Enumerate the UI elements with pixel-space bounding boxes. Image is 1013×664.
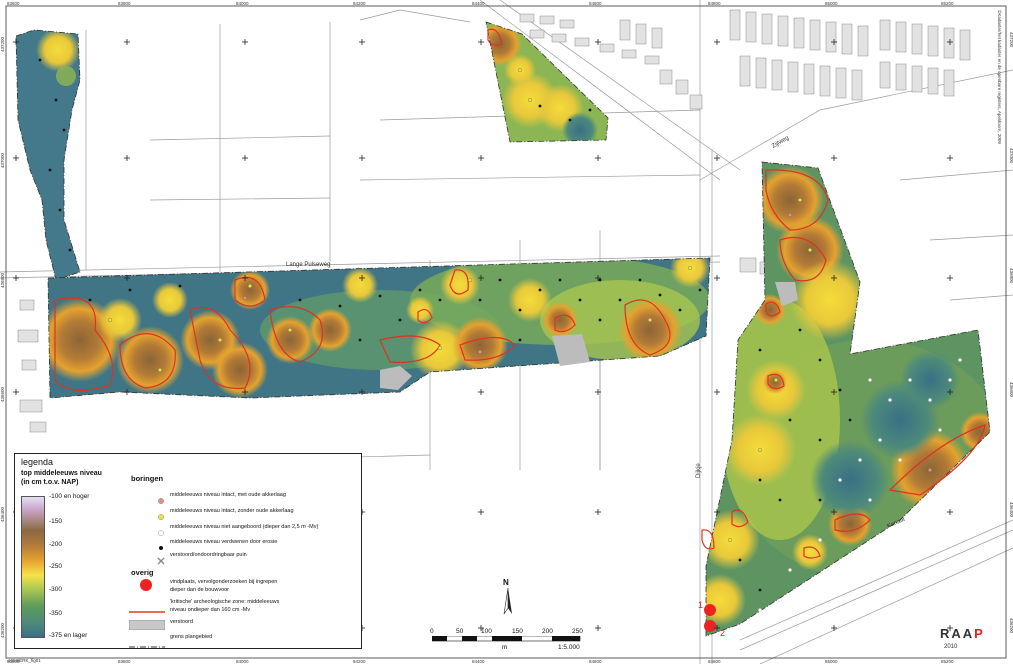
grid-label-y: 436800 bbox=[0, 272, 5, 288]
boring-legend-item: verstoord/ondoordringbaar puin bbox=[170, 552, 247, 558]
ramp-tick: -250 bbox=[49, 563, 63, 570]
logo-letter: A bbox=[951, 626, 963, 641]
legend-panel: legenda top middeleeuws niveau (in cm t.… bbox=[14, 453, 362, 649]
north-arrow: N bbox=[498, 578, 518, 618]
grid-label-x: 84000 bbox=[236, 1, 249, 6]
ramp-tick: -350 bbox=[49, 610, 63, 617]
boring-legend-item: middeleeuws niveau verdwenen door erosie bbox=[170, 539, 278, 545]
legend-subtitle-2: (in cm t.o.v. NAP) bbox=[21, 479, 79, 486]
grid-label-y: 436600 bbox=[1009, 382, 1013, 398]
logo-letter: R bbox=[940, 626, 952, 641]
grid-label-x: 84000 bbox=[236, 659, 249, 664]
scale-bar: 0 50 100 150 200 250 m 1:5.000 bbox=[430, 620, 590, 652]
callout-2: 2 bbox=[720, 628, 725, 638]
grid-label-y: 437200 bbox=[0, 36, 5, 52]
grid-label-x: 85000 bbox=[825, 659, 838, 664]
callout-1: 1 bbox=[698, 600, 703, 610]
logo-letter: P bbox=[974, 626, 985, 641]
grid-label-y: 436200 bbox=[1009, 618, 1013, 634]
street-label-dijkje: Dijkje bbox=[696, 463, 702, 478]
boring-legend-item: middeleeuws niveau intact, zonder oude a… bbox=[170, 508, 294, 514]
boring-legend-item: middeleeuws niveau intact, met oude akke… bbox=[170, 492, 286, 498]
scale-tick: 150 bbox=[512, 628, 523, 635]
copyright-text: ©Kadaster/het kadaster en de openbare re… bbox=[997, 10, 1003, 144]
scale-tick: 0 bbox=[430, 628, 434, 635]
scale-tick: 250 bbox=[572, 628, 583, 635]
overig-legend-item: 'kritische' archeologische zone: middele… bbox=[170, 599, 280, 605]
ramp-tick: -100 en hoger bbox=[49, 493, 90, 500]
grid-label-y: 436800 bbox=[1009, 268, 1013, 284]
scale-unit: m bbox=[502, 644, 508, 651]
find-spot-1 bbox=[704, 604, 716, 616]
grid-label-y: 436400 bbox=[1009, 502, 1013, 518]
grid-label-x: 84200 bbox=[353, 659, 366, 664]
filename-text: 1053/ERK_fig01 bbox=[8, 658, 41, 663]
scale-ratio: 1:5.000 bbox=[558, 644, 580, 651]
north-arrow-icon bbox=[503, 588, 512, 615]
grid-label-y: 437000 bbox=[1009, 148, 1013, 164]
grid-label-x: 85000 bbox=[825, 1, 838, 6]
grid-label-x: 84800 bbox=[708, 1, 721, 6]
ramp-tick: -200 bbox=[49, 541, 63, 548]
grid-label-x: 84600 bbox=[589, 1, 602, 6]
borings-heading: boringen bbox=[131, 474, 164, 483]
overig-legend-item: grens plangebied bbox=[170, 634, 213, 640]
overig-legend-item: verstoord bbox=[170, 619, 193, 625]
grid-label-x: 84600 bbox=[589, 659, 602, 664]
grid-label-y: 436200 bbox=[0, 622, 5, 638]
scale-tick: 100 bbox=[481, 628, 492, 635]
grid-label-x: 84400 bbox=[472, 1, 485, 6]
legend-subtitle-1: top middeleeuws niveau bbox=[21, 470, 102, 477]
overig-legend-item-cont: niveau ondieper dan 160 cm -Mv bbox=[170, 607, 251, 613]
overig-legend-item-cont: dieper dan de bouwvoor bbox=[170, 587, 230, 593]
grid-label-x: 84400 bbox=[472, 659, 485, 664]
ramp-tick: -375 en lager bbox=[49, 632, 88, 639]
grid-label-x: 83800 bbox=[118, 659, 131, 664]
legend-title: legenda bbox=[21, 457, 54, 467]
grid-label-y: 437000 bbox=[0, 152, 5, 168]
scale-tick: 200 bbox=[542, 628, 553, 635]
grid-label-y: 436400 bbox=[0, 506, 5, 522]
grid-label-y: 437200 bbox=[1009, 32, 1013, 48]
grid-label-x: 83800 bbox=[118, 1, 131, 6]
grid-label-x: 85200 bbox=[941, 1, 954, 6]
logo-year: 2010 bbox=[944, 644, 958, 650]
overig-legend-item: vindplaats, vervolgonderzoeken bij ingre… bbox=[170, 579, 278, 585]
north-label: N bbox=[503, 578, 509, 587]
grid-label-x: 83600 bbox=[7, 1, 20, 6]
grid-label-x: 84800 bbox=[708, 659, 721, 664]
color-ramp bbox=[21, 496, 45, 638]
logo-letter: A bbox=[962, 626, 975, 641]
find-spot-2 bbox=[704, 620, 716, 632]
boring-legend-item: middeleeuws niveau niet aangeboord (diep… bbox=[170, 524, 319, 530]
grid-label-x: 85200 bbox=[941, 659, 954, 664]
scale-bar-graphic bbox=[432, 636, 581, 642]
overig-heading: overig bbox=[131, 568, 154, 577]
ramp-tick: -150 bbox=[49, 518, 63, 525]
grid-label-x: 84200 bbox=[353, 1, 366, 6]
scale-tick: 50 bbox=[456, 628, 464, 635]
street-label-lange-pulseweg: Lange Pulseweg bbox=[286, 262, 330, 268]
raap-logo: RAAP 2010 bbox=[940, 622, 1004, 658]
grid-label-y: 436600 bbox=[0, 386, 5, 402]
ramp-tick: -300 bbox=[49, 586, 63, 593]
